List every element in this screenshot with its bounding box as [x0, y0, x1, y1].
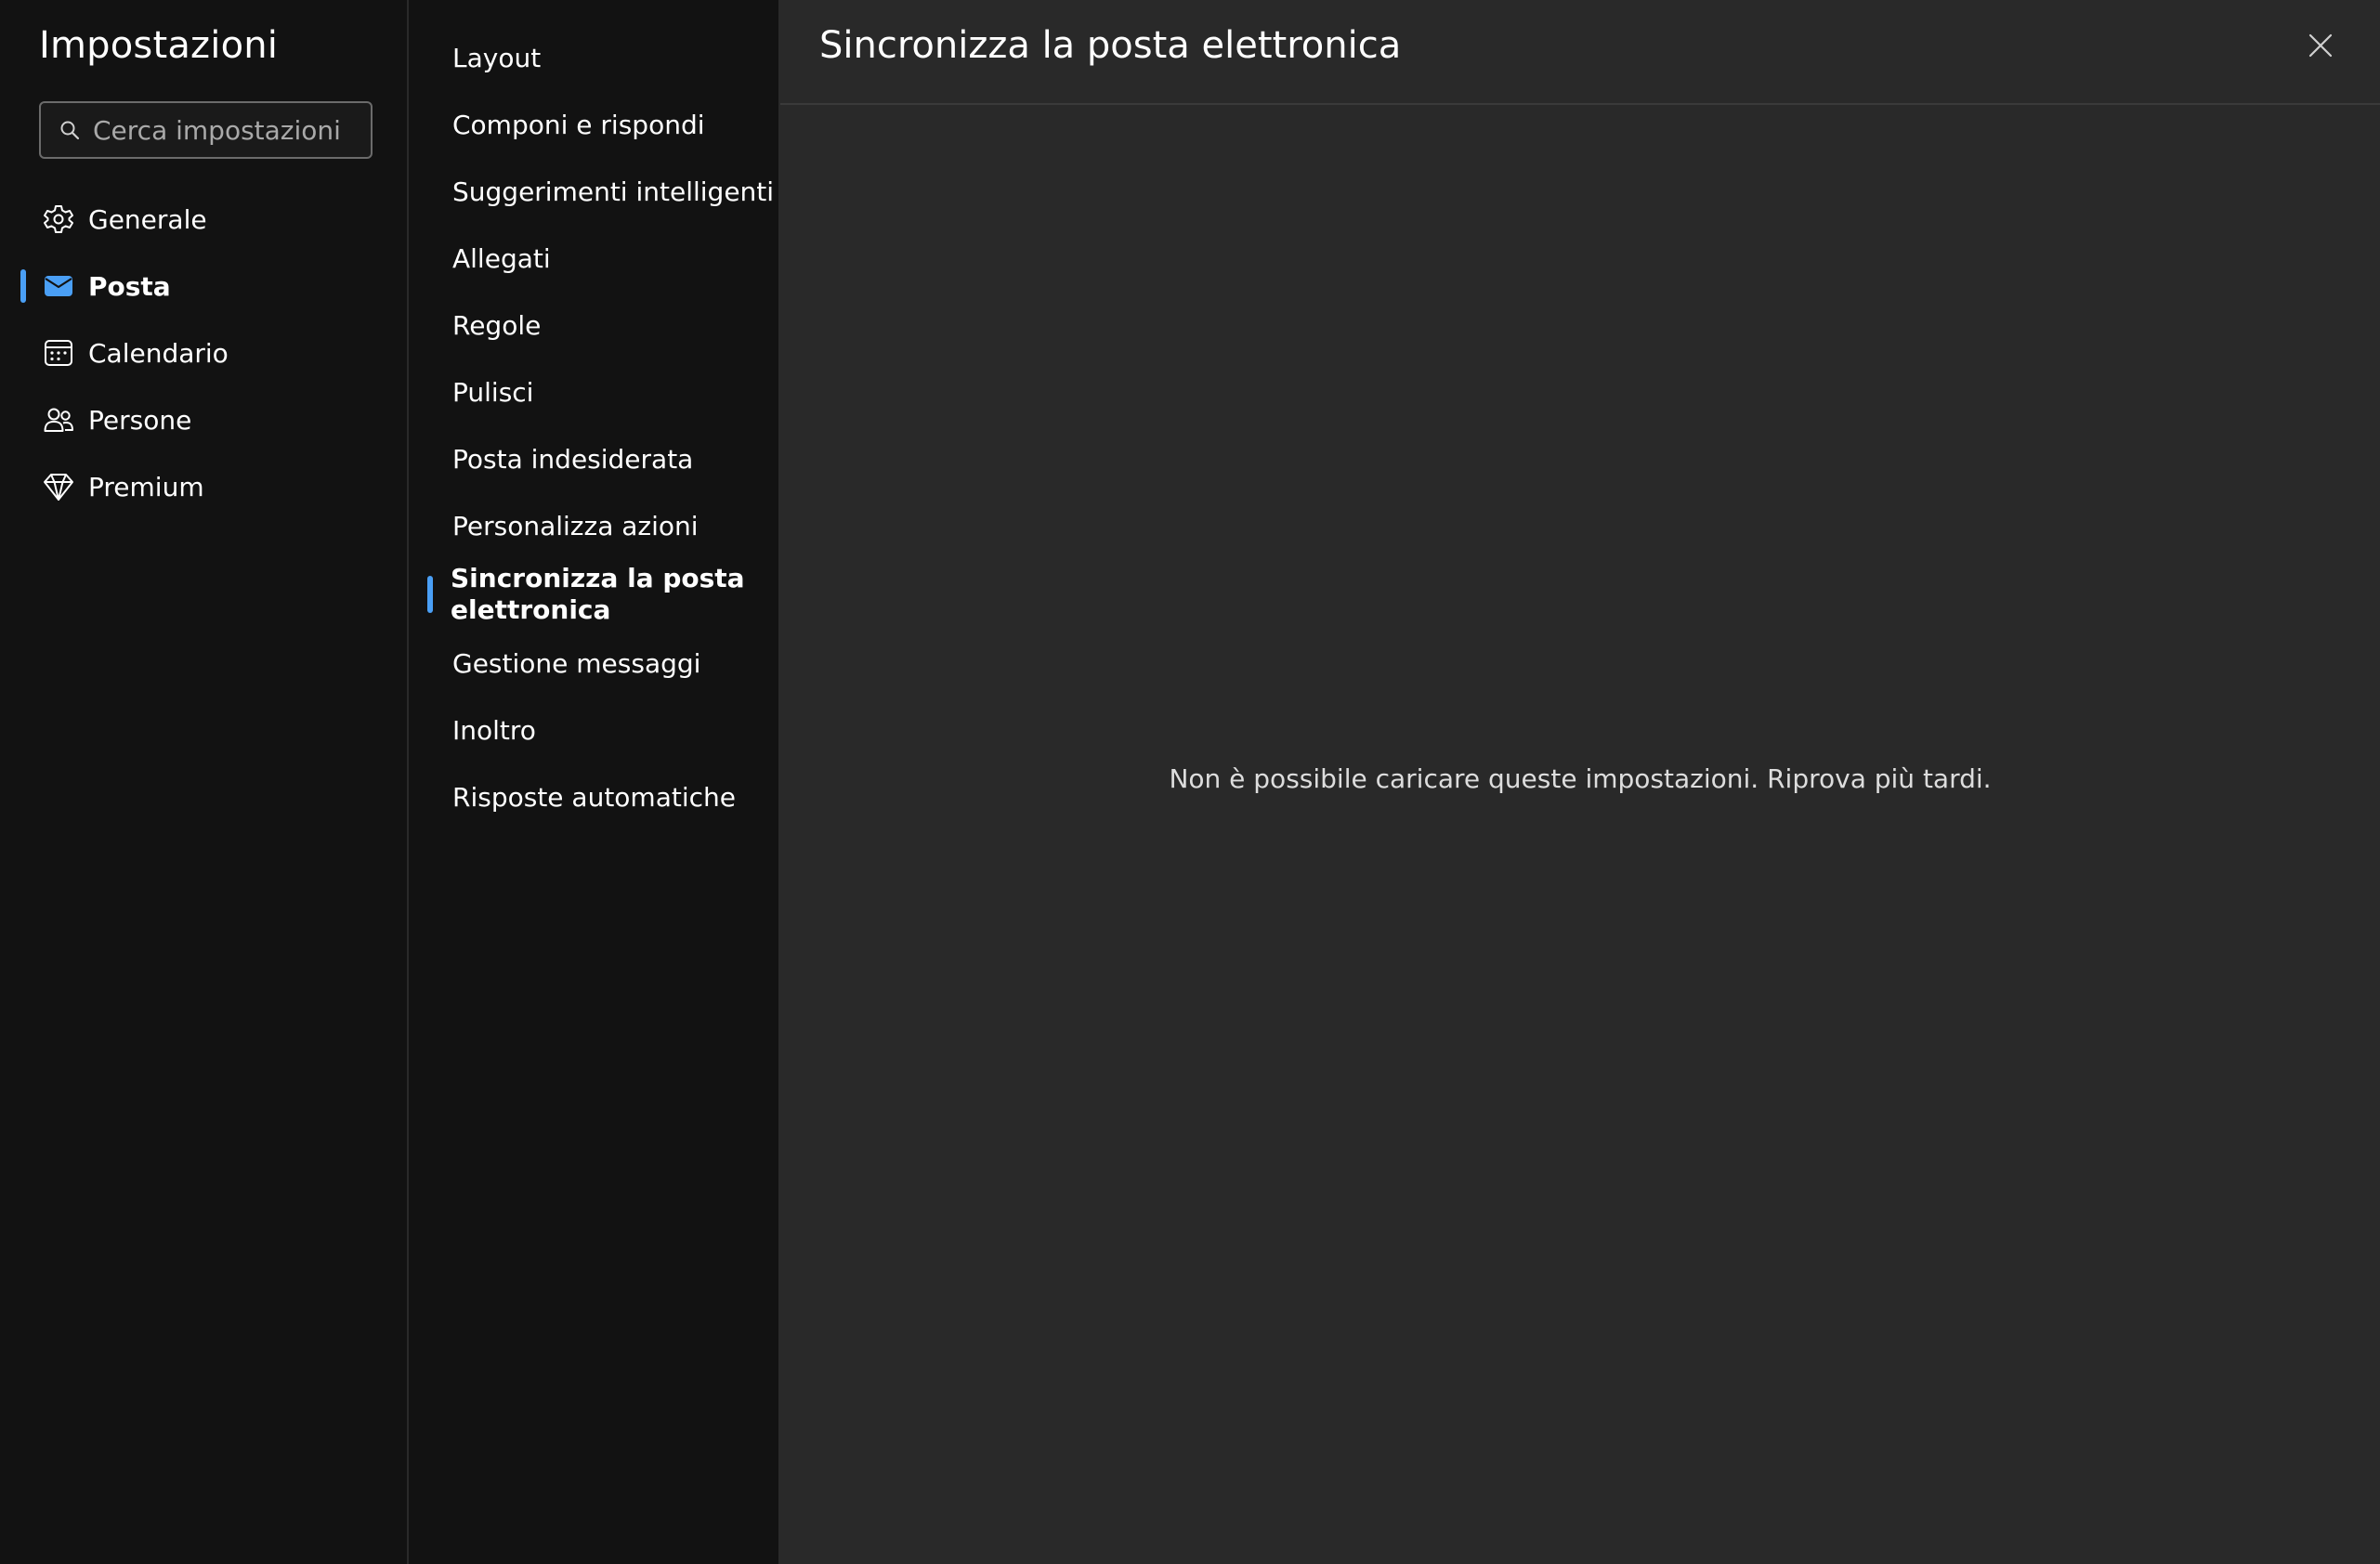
- subnav-item-inoltro[interactable]: Inoltro: [409, 697, 778, 763]
- settings-title: Impostazioni: [39, 24, 279, 67]
- sidebar-item-generale[interactable]: Generale: [0, 186, 409, 253]
- sidebar-item-calendario[interactable]: Calendario: [0, 319, 409, 386]
- settings-sidebar: Impostazioni Generale: [0, 0, 417, 1564]
- search-box[interactable]: [39, 101, 417, 159]
- subnav-item-pulisci[interactable]: Pulisci: [409, 358, 778, 425]
- settings-content: Sincronizza la posta elettronica Non è p…: [780, 0, 2380, 1564]
- sidebar-item-label: Premium: [88, 471, 204, 502]
- subnav-item-gestione-messaggi[interactable]: Gestione messaggi: [409, 630, 778, 697]
- subnav-item-sincronizza-posta[interactable]: Sincronizza la posta elettronica: [409, 559, 778, 630]
- sidebar-item-label: Generale: [88, 203, 207, 235]
- search-icon: [59, 118, 80, 142]
- diamond-icon: [42, 470, 75, 503]
- subnav-item-regole[interactable]: Regole: [409, 292, 778, 358]
- error-message: Non è possibile caricare queste impostaz…: [1169, 763, 1992, 794]
- sidebar-item-label: Calendario: [88, 337, 229, 369]
- subnav-item-layout[interactable]: Layout: [409, 24, 778, 91]
- subnav-item-allegati[interactable]: Allegati: [409, 225, 778, 292]
- sidebar-item-posta[interactable]: Posta: [0, 253, 409, 319]
- subnav-item-risposte-automatiche[interactable]: Risposte automatiche: [409, 763, 778, 830]
- gear-icon: [42, 202, 75, 236]
- sidebar-item-label: Posta: [88, 270, 171, 302]
- subnav-item-posta-indesiderata[interactable]: Posta indesiderata: [409, 425, 778, 492]
- sidebar-item-persone[interactable]: Persone: [0, 386, 409, 453]
- subnav-item-personalizza-azioni[interactable]: Personalizza azioni: [409, 492, 778, 559]
- sidebar-item-label: Persone: [88, 404, 192, 436]
- settings-window: Impostazioni Generale: [0, 0, 2380, 1564]
- close-button[interactable]: [2302, 28, 2339, 65]
- search-input[interactable]: [93, 103, 417, 157]
- subnav-item-suggerimenti-intelligenti[interactable]: Suggerimenti intelligenti: [409, 158, 778, 225]
- people-icon: [42, 403, 75, 437]
- settings-categories: Generale Posta Calendario Persone Premiu…: [0, 186, 409, 520]
- calendar-icon: [42, 336, 75, 370]
- close-icon: [2308, 33, 2334, 61]
- subnav-list: Layout Componi e rispondi Suggerimenti i…: [409, 24, 778, 830]
- mail-icon: [42, 269, 75, 303]
- mail-settings-subnav: Layout Componi e rispondi Suggerimenti i…: [409, 0, 780, 1564]
- page-title: Sincronizza la posta elettronica: [819, 24, 1402, 67]
- content-header: Sincronizza la posta elettronica: [780, 0, 2380, 105]
- subnav-item-componi-e-rispondi[interactable]: Componi e rispondi: [409, 91, 778, 158]
- sidebar-item-premium[interactable]: Premium: [0, 453, 409, 520]
